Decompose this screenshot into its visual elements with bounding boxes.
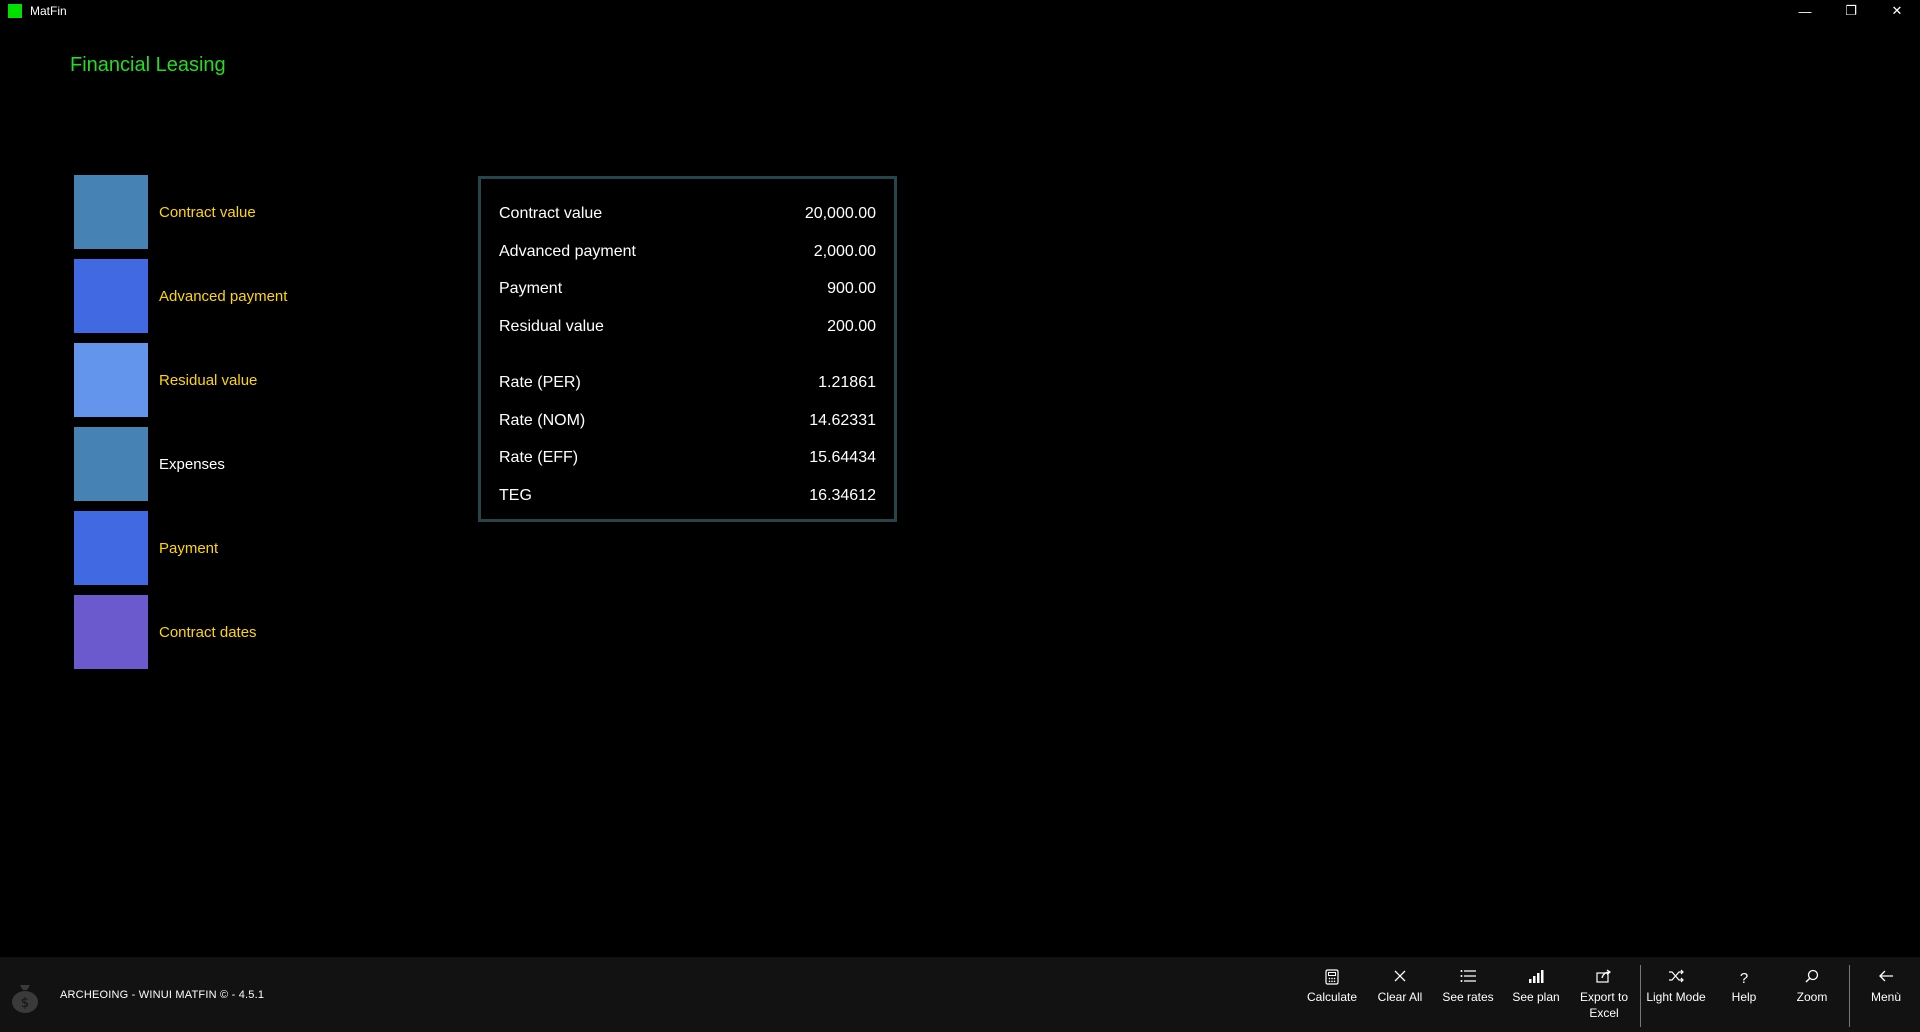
back-arrow-icon: [1852, 969, 1920, 989]
result-row-rate-per: Rate (PER) 1.21861: [499, 370, 876, 395]
restore-button[interactable]: ❐: [1828, 0, 1874, 22]
menu-item-label: Expenses: [159, 455, 225, 473]
light-mode-button[interactable]: Light Mode: [1642, 969, 1710, 1005]
see-rates-label: See rates: [1442, 990, 1494, 1004]
command-separator: [1849, 965, 1850, 1027]
result-row-advanced-payment: Advanced payment 2,000.00: [499, 239, 876, 264]
result-row-contract-value: Contract value 20,000.00: [499, 201, 876, 226]
result-row-residual-value: Residual value 200.00: [499, 314, 876, 339]
title-bar: MatFin — ❐ ✕: [0, 0, 1920, 22]
zoom-label: Zoom: [1796, 990, 1828, 1004]
share-icon: [1570, 969, 1638, 989]
calculator-icon: [1298, 969, 1366, 989]
menu-item-expenses[interactable]: Expenses: [74, 427, 287, 501]
command-bar: $ ARCHEOING - WINUI MATFIN © - 4.5.1 Cal…: [0, 957, 1920, 1032]
result-value: 15.64434: [809, 448, 876, 466]
result-value: 1.21861: [818, 373, 876, 391]
menu-item-residual-value[interactable]: Residual value: [74, 343, 287, 417]
close-button[interactable]: ✕: [1874, 0, 1920, 22]
result-row-teg: TEG 16.34612: [499, 483, 876, 508]
menu-item-label: Payment: [159, 539, 219, 557]
result-label: Payment: [499, 279, 563, 297]
clear-all-button[interactable]: Clear All: [1366, 969, 1434, 1005]
menu-tile[interactable]: [74, 511, 148, 585]
calculate-button[interactable]: Calculate: [1298, 969, 1366, 1005]
see-plan-label: See plan: [1512, 990, 1560, 1004]
menu-item-contract-dates[interactable]: Contract dates: [74, 595, 287, 669]
minimize-button[interactable]: —: [1782, 0, 1828, 22]
help-label: Help: [1731, 990, 1757, 1004]
results-panel: Contract value 20,000.00 Advanced paymen…: [478, 176, 897, 522]
result-row-rate-nom: Rate (NOM) 14.62331: [499, 408, 876, 433]
menu-tile[interactable]: [74, 595, 148, 669]
list-icon: [1434, 969, 1502, 989]
result-value: 14.62331: [809, 411, 876, 429]
menu-button[interactable]: Menù: [1852, 969, 1920, 1005]
menu-item-label: Contract value: [159, 203, 256, 221]
result-label: Rate (EFF): [499, 448, 579, 466]
shuffle-icon: [1642, 969, 1710, 989]
result-value: 20,000.00: [804, 204, 876, 222]
menu-tile[interactable]: [74, 343, 148, 417]
close-icon: [1366, 969, 1434, 989]
menu-item-payment[interactable]: Payment: [74, 511, 287, 585]
menu-item-label: Residual value: [159, 371, 258, 389]
result-label: TEG: [499, 486, 532, 504]
result-value: 2,000.00: [813, 242, 876, 260]
help-button[interactable]: ? Help: [1710, 969, 1778, 1005]
search-icon: [1778, 969, 1846, 989]
result-label: Rate (PER): [499, 373, 581, 391]
result-value: 200.00: [827, 317, 876, 335]
result-row-payment: Payment 900.00: [499, 276, 876, 301]
help-icon: ?: [1739, 970, 1749, 987]
menu-label: Menù: [1870, 990, 1902, 1004]
window-title: MatFin: [30, 4, 67, 18]
clear-all-label: Clear All: [1377, 990, 1423, 1004]
money-bag-icon: $: [10, 981, 40, 1013]
result-label: Rate (NOM): [499, 411, 586, 429]
export-excel-button[interactable]: Export to Excel: [1570, 969, 1638, 1021]
result-value: 16.34612: [809, 486, 876, 504]
result-label: Residual value: [499, 317, 604, 335]
app-icon: [8, 4, 22, 18]
result-value: 900.00: [827, 279, 876, 297]
command-separator: [1640, 965, 1641, 1027]
menu-item-advanced-payment[interactable]: Advanced payment: [74, 259, 287, 333]
result-row-rate-eff: Rate (EFF) 15.64434: [499, 445, 876, 470]
bar-chart-icon: [1502, 969, 1570, 989]
svg-text:$: $: [21, 996, 29, 1011]
see-plan-button[interactable]: See plan: [1502, 969, 1570, 1005]
result-label: Contract value: [499, 204, 603, 222]
export-label: Export to Excel: [1579, 990, 1629, 1020]
menu-item-contract-value[interactable]: Contract value: [74, 175, 287, 249]
page-title: Financial Leasing: [70, 54, 226, 76]
menu-tile[interactable]: [74, 427, 148, 501]
see-rates-button[interactable]: See rates: [1434, 969, 1502, 1005]
zoom-button[interactable]: Zoom: [1778, 969, 1846, 1005]
menu-item-label: Contract dates: [159, 623, 257, 641]
calculate-label: Calculate: [1306, 990, 1358, 1004]
input-menu: Contract value Advanced payment Residual…: [74, 175, 287, 679]
menu-tile[interactable]: [74, 259, 148, 333]
footer-copyright: ARCHEOING - WINUI MATFIN © - 4.5.1: [60, 989, 265, 1001]
window-controls: — ❐ ✕: [1782, 0, 1920, 22]
light-mode-label: Light Mode: [1646, 990, 1706, 1004]
menu-item-label: Advanced payment: [159, 287, 288, 305]
result-label: Advanced payment: [499, 242, 636, 260]
menu-tile[interactable]: [74, 175, 148, 249]
